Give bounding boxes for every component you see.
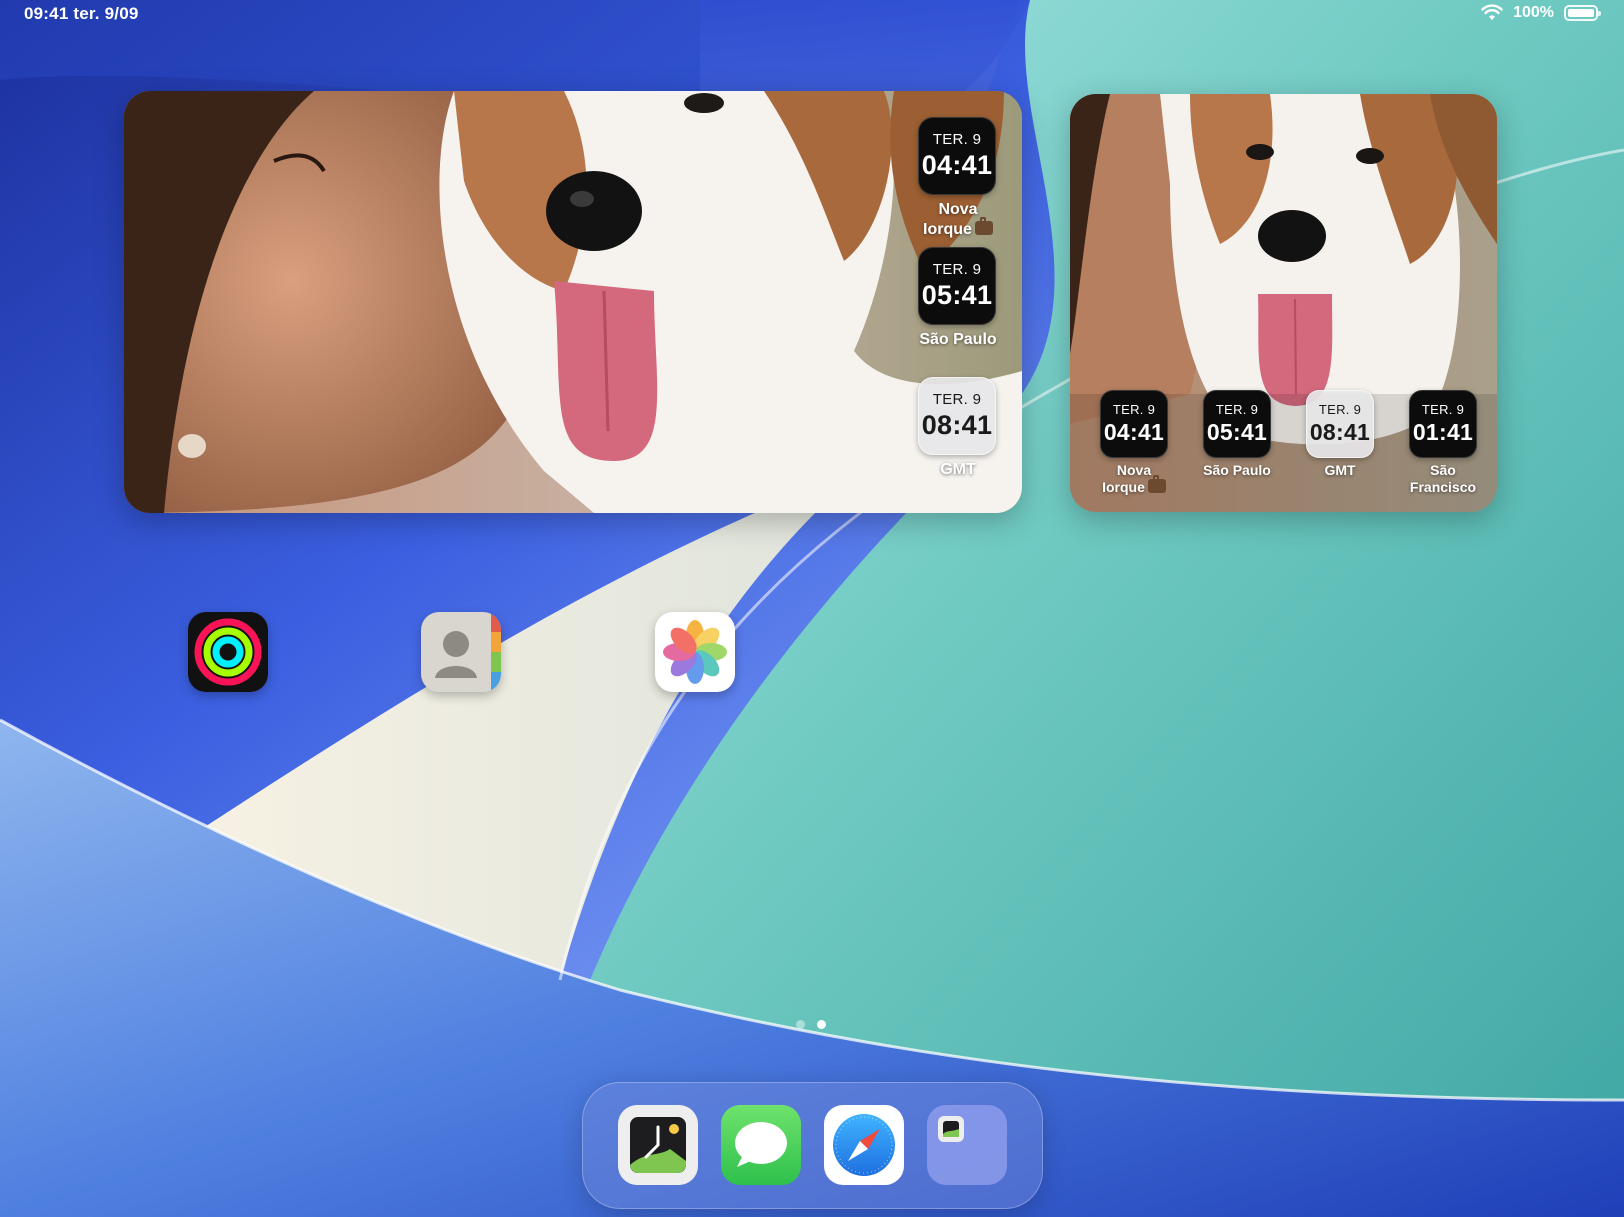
clock-face: TER. 9 08:41: [1306, 390, 1374, 458]
dock: [582, 1082, 1043, 1209]
clock-time: 05:41: [921, 280, 993, 310]
safari-icon: [824, 1105, 904, 1185]
status-time-date: 09:41 ter. 9/09: [24, 4, 139, 23]
clock-time: 08:41: [1309, 419, 1371, 445]
clock-day: TER. 9: [1421, 402, 1465, 417]
widget-photo-woman-kissing-dog: [124, 91, 1022, 513]
clock-face: TER. 9 05:41: [1203, 390, 1271, 458]
clock-city-label: GMT: [940, 461, 976, 478]
contacts-icon: [421, 612, 501, 692]
clock-time: 04:41: [1103, 419, 1165, 445]
clock-sao-paulo[interactable]: TER. 9 05:41 São Paulo: [918, 247, 998, 350]
dock-safari-app[interactable]: [824, 1105, 904, 1185]
clock-gmt[interactable]: TER. 9 08:41 GMT: [1300, 390, 1380, 479]
clock-sao-paulo[interactable]: TER. 9 05:41 São Paulo: [1197, 390, 1277, 479]
battery-icon: [1564, 5, 1601, 21]
photos-app[interactable]: [655, 612, 735, 692]
clock-time: 04:41: [921, 150, 993, 180]
clock-row: TER. 9 04:41 Nova Iorque TER. 9 05:41 Sã…: [1094, 390, 1477, 500]
clock-time: 05:41: [1206, 419, 1268, 445]
clock-gmt[interactable]: TER. 9 08:41 GMT: [918, 377, 998, 480]
clock-day: TER. 9: [932, 131, 982, 148]
clock-face: TER. 9 04:41: [918, 117, 996, 195]
clock-face: TER. 9 01:41: [1409, 390, 1477, 458]
clock-day: TER. 9: [932, 391, 982, 408]
page-dot-1[interactable]: [796, 1020, 805, 1029]
battery-percentage: 100%: [1513, 4, 1554, 21]
briefcase-icon: [1147, 475, 1166, 493]
clock-day: TER. 9: [1318, 402, 1362, 417]
photos-icon: [655, 612, 735, 692]
dock-app-folder[interactable]: [927, 1105, 1007, 1185]
world-clock-widget-large[interactable]: TER. 9 04:41 Nova Iorque TER. 9 05:41 Sã…: [124, 91, 1022, 513]
clock-city-label: Nova Iorque: [918, 200, 998, 240]
clock-new-york[interactable]: TER. 9 04:41 Nova Iorque: [918, 117, 998, 240]
clock-face: TER. 9 04:41: [1100, 390, 1168, 458]
activity-app[interactable]: [188, 612, 268, 692]
app-folder-icon: [927, 1105, 1007, 1185]
clock-city-label: São Francisco: [1409, 462, 1477, 495]
clock-time: 08:41: [921, 410, 993, 440]
clock-san-francisco[interactable]: TER. 9 01:41 São Francisco: [1403, 390, 1483, 496]
wifi-icon: [1481, 4, 1503, 20]
clock-new-york[interactable]: TER. 9 04:41 Nova Iorque: [1094, 390, 1174, 496]
briefcase-icon: [974, 217, 993, 235]
page-indicator[interactable]: [796, 1020, 826, 1029]
clock-day: TER. 9: [1215, 402, 1259, 417]
clock-city-label: Nova Iorque: [1094, 462, 1174, 496]
clock-city-label: São Paulo: [1203, 462, 1271, 478]
clock-city-label: GMT: [1324, 462, 1356, 478]
activity-icon: [188, 612, 268, 692]
clock-day: TER. 9: [1112, 402, 1156, 417]
dock-clock-photo-app[interactable]: [618, 1105, 698, 1185]
clock-face: TER. 9 08:41: [918, 377, 996, 455]
status-indicators: 100%: [1481, 4, 1601, 22]
clock-face: TER. 9 05:41: [918, 247, 996, 325]
clock-time: 01:41: [1412, 419, 1474, 445]
clock-day: TER. 9: [932, 261, 982, 278]
contacts-app[interactable]: [421, 612, 501, 692]
clock-city-label: São Paulo: [919, 331, 997, 348]
clock-photo-app-icon: [618, 1105, 698, 1185]
messages-icon: [721, 1105, 801, 1185]
page-dot-2[interactable]: [817, 1020, 826, 1029]
dock-messages-app[interactable]: [721, 1105, 801, 1185]
world-clock-widget-medium[interactable]: TER. 9 04:41 Nova Iorque TER. 9 05:41 Sã…: [1070, 94, 1497, 512]
